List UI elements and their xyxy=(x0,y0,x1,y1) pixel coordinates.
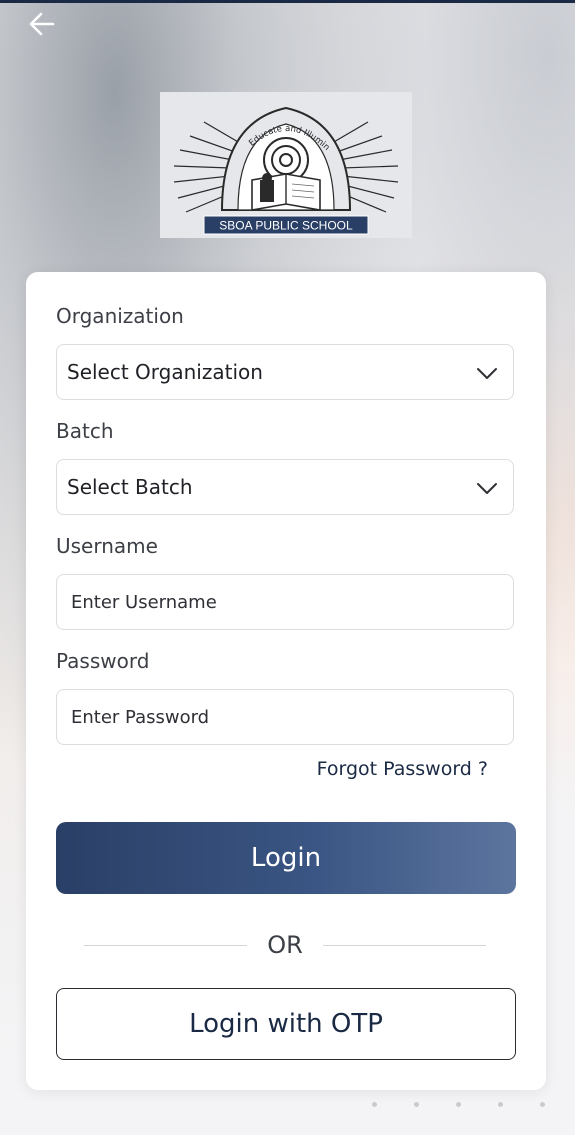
organization-select-value: Select Organization xyxy=(67,360,263,384)
forgot-password-link[interactable]: Forgot Password ? xyxy=(317,758,488,780)
divider-line-right xyxy=(322,944,487,946)
organization-select[interactable]: Select Organization xyxy=(56,344,514,400)
organization-label: Organization xyxy=(56,304,184,328)
back-button[interactable] xyxy=(24,6,60,42)
password-field-box xyxy=(56,689,514,745)
batch-label: Batch xyxy=(56,419,114,443)
chevron-down-icon xyxy=(477,368,497,379)
login-card: Organization Select Organization Batch S… xyxy=(26,272,546,1090)
or-divider: OR xyxy=(84,927,487,963)
login-button[interactable]: Login xyxy=(56,822,516,894)
logo-school-name: SBOA PUBLIC SCHOOL xyxy=(219,219,353,233)
username-input[interactable] xyxy=(57,575,513,629)
login-with-otp-button[interactable]: Login with OTP xyxy=(56,988,516,1060)
batch-select[interactable]: Select Batch xyxy=(56,459,514,515)
arrow-left-icon xyxy=(29,12,55,36)
batch-select-value: Select Batch xyxy=(67,475,193,499)
password-label: Password xyxy=(56,649,150,673)
username-label: Username xyxy=(56,534,158,558)
password-input[interactable] xyxy=(57,690,513,744)
chevron-down-icon xyxy=(477,483,497,494)
or-label: OR xyxy=(267,931,303,959)
school-logo: Educate and Illuminate SBOA PUBLIC SCHOO… xyxy=(157,85,412,238)
username-field-box xyxy=(56,574,514,630)
divider-line-left xyxy=(84,944,248,946)
status-divider xyxy=(0,0,575,3)
